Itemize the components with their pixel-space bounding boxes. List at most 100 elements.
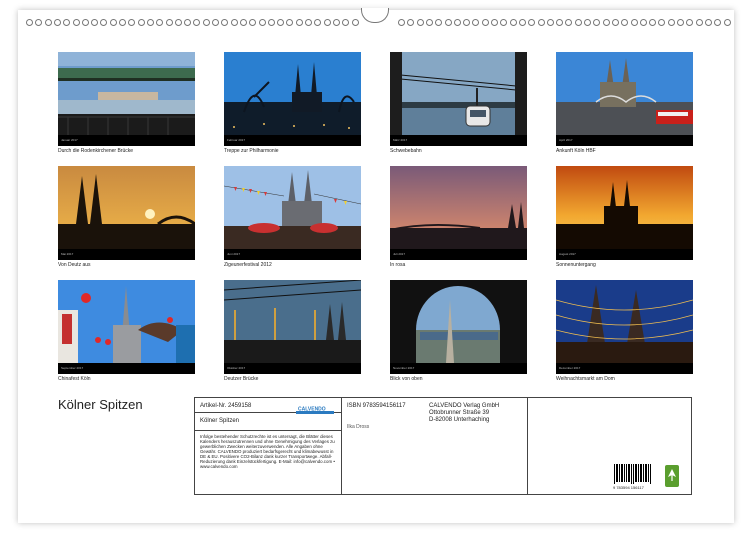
article-number: Artikel-Nr. 2459158 — [200, 403, 252, 409]
binding-hole — [453, 19, 461, 26]
month-strip: September 2017 — [58, 363, 195, 374]
binding-hole — [91, 19, 99, 26]
month-strip: Februar 2017 — [224, 135, 361, 146]
binding-hole — [81, 19, 89, 26]
binding-hole — [212, 19, 219, 26]
month-strip: April 2017 — [556, 135, 693, 146]
binding-hole — [109, 19, 117, 26]
binding-hole — [44, 19, 52, 26]
tile-june: Juni 2017 Zigeunerfestival 2012 — [224, 166, 361, 268]
photo-sunset-cathedral — [556, 166, 693, 249]
binding-hole — [491, 19, 498, 26]
tile-september: September 2017 Chinafest Köln — [58, 280, 195, 382]
binding-hole — [667, 19, 675, 26]
barcode — [613, 464, 653, 486]
binding-hole — [556, 19, 564, 26]
binding-hole — [137, 19, 145, 26]
binding-hole — [695, 19, 703, 26]
binding-hole — [314, 19, 322, 26]
binding-hole — [677, 19, 684, 26]
month-strip: November 2017 — [390, 363, 527, 374]
binding-hole — [518, 19, 526, 26]
binding-hole — [100, 19, 108, 26]
photo-bridge — [58, 52, 195, 135]
binding-hole — [602, 19, 610, 26]
binding-hole — [221, 19, 229, 26]
binding-hole — [574, 19, 582, 26]
binding-hole — [323, 19, 331, 26]
binding-hole — [528, 19, 536, 26]
binding-hole — [258, 19, 266, 26]
binding-hole — [305, 19, 312, 26]
isbn: ISBN 9783594156117 — [347, 403, 406, 409]
month-strip: Mai 2017 — [58, 249, 195, 260]
photo-caption: Weihnachtsmarkt am Dom — [556, 376, 615, 382]
photo-chinafest — [58, 280, 195, 363]
month-strip: Januar 2017 — [58, 135, 195, 146]
tile-february: Februar 2017 Treppe zur Philharmonie — [224, 52, 361, 154]
publisher-city: D-82008 Unterhaching — [429, 417, 490, 423]
publisher-address: CALVENDO Verlag GmbH Ottobrunner Straße … — [429, 403, 499, 424]
photo-pink-sky — [390, 166, 527, 249]
binding-hole — [351, 19, 359, 26]
binding-hole — [658, 19, 666, 26]
photo-caption: Sonnenuntergang — [556, 262, 596, 268]
binding-hole — [286, 19, 294, 26]
binding-hole — [444, 19, 452, 26]
month-strip: Juli 2017 — [390, 249, 527, 260]
binding-hole — [156, 19, 164, 26]
binding-hole — [621, 19, 629, 26]
photo-cable-car — [390, 52, 527, 135]
divider — [341, 398, 342, 494]
author: Ilka Dross — [347, 424, 370, 430]
photo-caption: Ankunft Köln HBF — [556, 148, 596, 154]
photo-caption: Chinafest Köln — [58, 376, 91, 382]
binding-hole — [481, 19, 489, 26]
binding-hole — [425, 19, 433, 26]
binding-hole — [128, 19, 136, 26]
photo-deutz-sunset — [58, 166, 195, 249]
photo-caption: Treppe zur Philharmonie — [224, 148, 279, 154]
binding-hole — [277, 19, 285, 26]
photo-caption: Deutzer Brücke — [224, 376, 259, 382]
binding-hole — [35, 19, 43, 26]
photo-caption: Blick von oben — [390, 376, 423, 382]
tile-august: August 2017 Sonnenuntergang — [556, 166, 693, 268]
binding-hole — [639, 19, 647, 26]
binding-hole — [63, 19, 71, 26]
binding-hole — [509, 19, 517, 26]
photo-caption: Zigeunerfestival 2012 — [224, 262, 272, 268]
divider — [195, 430, 341, 431]
binding-hole — [165, 19, 173, 26]
binding-hole — [630, 19, 638, 26]
binding-hole — [546, 19, 554, 26]
photo-caption: Von Deutz aus — [58, 262, 91, 268]
binding-hole — [472, 19, 480, 26]
divider — [527, 398, 528, 494]
month-strip: Dezember 2017 — [556, 363, 693, 374]
photo-cathedral-station — [556, 52, 693, 135]
binding-hole — [239, 19, 247, 26]
photo-christmas-market — [556, 280, 693, 363]
binding-hole — [686, 19, 694, 26]
binding-hole — [714, 19, 722, 26]
binding-hole — [72, 19, 80, 26]
fsc-logo — [665, 465, 679, 487]
photo-caption: Durch die Rodenkirchener Brücke — [58, 148, 134, 154]
binding-hole — [53, 19, 61, 26]
binding-hole — [26, 19, 33, 26]
binding-hole — [146, 19, 154, 26]
product-info-box: Artikel-Nr. 2459158 CALVENDO Kölner Spit… — [194, 397, 692, 495]
binding-hole — [193, 19, 201, 26]
binding-hole — [611, 19, 619, 26]
photo-caption: Schwebebahn — [390, 148, 422, 154]
photo-cathedral-dusk — [224, 52, 361, 135]
tile-april: April 2017 Ankunft Köln HBF — [556, 52, 693, 154]
photo-view-from-above — [390, 280, 527, 363]
tile-july: Juli 2017 In rosa — [390, 166, 527, 268]
tile-november: November 2017 Blick von oben — [390, 280, 527, 382]
binding-hole — [593, 19, 601, 26]
month-strip: Juni 2017 — [224, 249, 361, 260]
binding-hole — [463, 19, 471, 26]
month-strip: August 2017 — [556, 249, 693, 260]
